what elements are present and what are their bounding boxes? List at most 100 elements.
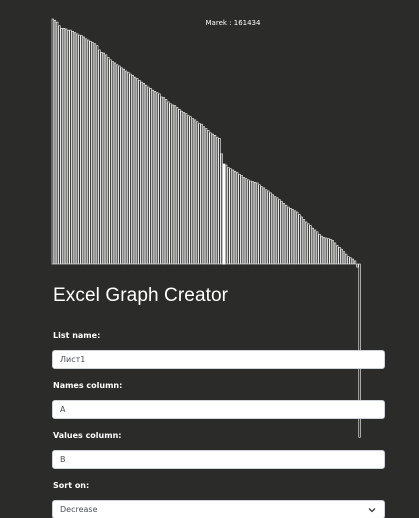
chart-bar[interactable] [342, 251, 346, 265]
chart-bar[interactable] [349, 257, 352, 265]
chart-bar[interactable] [53, 19, 57, 265]
chart-bar[interactable] [87, 39, 90, 265]
chart-bar[interactable] [105, 54, 108, 265]
chart-bar[interactable] [282, 203, 286, 265]
chart-bar[interactable] [251, 181, 254, 265]
chart-bar[interactable] [273, 196, 277, 265]
chart-bar[interactable] [211, 133, 214, 265]
chart-bar[interactable] [265, 189, 268, 265]
chart-bar[interactable] [98, 49, 101, 265]
chart-bar[interactable] [322, 237, 326, 265]
chart-bar[interactable] [216, 136, 219, 265]
chart-bar[interactable] [340, 248, 343, 265]
chart-bar[interactable] [347, 256, 350, 265]
chart-bar[interactable] [280, 201, 283, 265]
chart-bar[interactable] [78, 34, 81, 265]
chart-bar[interactable] [127, 71, 130, 265]
chart-bar[interactable] [229, 168, 232, 265]
chart-bar[interactable] [338, 247, 341, 265]
chart-bar[interactable] [336, 245, 339, 265]
chart-bar[interactable] [269, 192, 272, 265]
chart-bar[interactable] [189, 116, 192, 265]
chart-bar[interactable] [180, 110, 183, 265]
chart-bar[interactable] [131, 75, 134, 265]
list-name-input[interactable] [52, 350, 385, 369]
chart-bar-highlighted[interactable] [222, 163, 226, 265]
chart-bar[interactable] [311, 227, 314, 265]
chart-bar[interactable] [171, 104, 174, 265]
chart-bar[interactable] [140, 81, 143, 265]
chart-bar[interactable] [129, 73, 132, 265]
chart-bar[interactable] [73, 32, 77, 265]
chart-bar[interactable] [238, 173, 241, 265]
chart-bar[interactable] [65, 28, 68, 265]
chart-bar[interactable] [225, 164, 228, 265]
chart-bar[interactable] [236, 172, 239, 265]
chart-bar[interactable] [356, 263, 359, 268]
chart-bar[interactable] [85, 38, 88, 265]
chart-bar[interactable] [316, 231, 319, 265]
chart-bar[interactable] [151, 89, 154, 265]
chart-bar[interactable] [285, 204, 288, 265]
chart-bar[interactable] [185, 113, 188, 265]
chart-bar[interactable] [327, 238, 330, 265]
chart-bar[interactable] [309, 225, 312, 265]
chart-bar[interactable] [56, 21, 59, 265]
chart-bar[interactable] [218, 138, 221, 265]
chart-bar[interactable] [136, 78, 139, 265]
chart-bar[interactable] [145, 84, 148, 265]
chart-bar[interactable] [69, 29, 72, 265]
sort-on-select[interactable]: Decrease [52, 500, 385, 518]
chart-bar[interactable] [240, 175, 243, 265]
chart-bar[interactable] [120, 67, 123, 265]
chart-bar[interactable] [227, 167, 230, 265]
chart-bar[interactable] [51, 18, 54, 265]
chart-bar[interactable] [107, 57, 110, 265]
chart-bar[interactable] [287, 206, 290, 265]
chart-bar[interactable] [267, 190, 270, 265]
chart-bar[interactable] [191, 118, 194, 265]
chart-bar[interactable] [76, 33, 79, 265]
chart-bar[interactable] [209, 132, 212, 265]
chart-bar[interactable] [220, 153, 223, 265]
chart-bar[interactable] [307, 223, 310, 265]
values-column-input[interactable] [52, 450, 385, 469]
chart-bar[interactable] [67, 29, 70, 265]
chart-bar[interactable] [213, 135, 217, 265]
chart-bar[interactable] [193, 119, 197, 265]
chart-bar[interactable] [178, 109, 181, 265]
chart-bar[interactable] [351, 258, 354, 265]
chart-bar[interactable] [271, 194, 274, 265]
chart-bar[interactable] [205, 128, 208, 265]
chart-bar[interactable] [125, 70, 128, 265]
chart-bar[interactable] [100, 52, 103, 265]
chart-bar[interactable] [122, 68, 125, 265]
chart-bar[interactable] [289, 208, 292, 265]
chart-bar[interactable] [62, 27, 65, 265]
chart-bar[interactable] [58, 25, 61, 265]
chart-bar[interactable] [276, 197, 279, 265]
chart-bar[interactable] [260, 186, 263, 265]
chart-bar[interactable] [198, 123, 201, 265]
chart-bar[interactable] [142, 83, 145, 265]
chart-bar[interactable] [109, 59, 112, 265]
chart-bar[interactable] [182, 112, 186, 265]
chart-bar[interactable] [325, 237, 328, 265]
chart-bar[interactable] [149, 87, 152, 265]
chart-bar[interactable] [96, 45, 99, 265]
chart-bar[interactable] [354, 260, 357, 265]
chart-bar[interactable] [200, 123, 203, 265]
chart-bar[interactable] [138, 79, 141, 265]
chart-bar[interactable] [242, 177, 246, 265]
chart-bar[interactable] [116, 64, 119, 265]
chart-bar[interactable] [173, 105, 177, 265]
chart-bar[interactable] [253, 182, 257, 265]
chart-bar[interactable] [329, 238, 332, 265]
chart-bar[interactable] [262, 187, 266, 265]
names-column-input[interactable] [52, 400, 385, 419]
chart-bar[interactable] [71, 31, 74, 265]
chart-bar[interactable] [102, 52, 105, 265]
chart-bar[interactable] [93, 43, 97, 265]
chart-bar[interactable] [256, 182, 259, 265]
chart-bar[interactable] [233, 170, 237, 265]
